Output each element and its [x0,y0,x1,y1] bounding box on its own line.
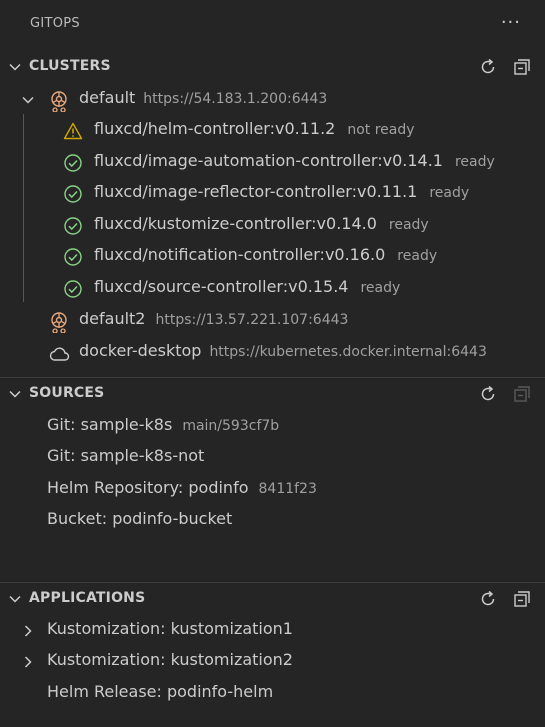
source-item[interactable]: Git: sample-k8s-not [0,442,545,473]
cloud-icon [48,343,70,363]
application-item[interactable]: Kustomization: kustomization1 [0,615,545,646]
cluster-name: docker-desktop [79,341,202,360]
controller-name: fluxcd/kustomize-controller:v0.14.0 [94,214,377,233]
application-label: Helm Release: podinfo-helm [47,682,274,701]
chevron-right-icon[interactable] [20,654,36,670]
refresh-icon[interactable] [478,384,498,404]
refresh-icon[interactable] [478,57,498,77]
controller-item[interactable]: fluxcd/image-automation-controller:v0.14… [0,147,545,178]
cluster-url: https://54.183.1.200:6443 [143,91,328,107]
application-item[interactable]: Helm Release: podinfo-helm [0,678,545,709]
source-item[interactable]: Bucket: podinfo-bucket [0,505,545,536]
source-item[interactable]: Helm Repository: podinfo 8411f23 [0,474,545,505]
clusters-header-label: CLUSTERS [29,58,111,74]
source-revision: main/593cf7b [182,418,280,434]
check-circle-icon [63,153,83,173]
application-label: Kustomization: kustomization2 [47,650,293,669]
cluster-item-docker-desktop[interactable]: docker-desktop https://kubernetes.docker.… [0,337,545,368]
check-circle-icon [63,216,83,236]
kubernetes-cluster-icon [48,311,68,333]
sources-section-header[interactable]: SOURCES [0,379,545,409]
chevron-down-icon[interactable] [20,92,36,108]
controller-item[interactable]: fluxcd/kustomize-controller:v0.14.0 ready [0,210,545,241]
view-title: GITOPS [30,16,80,31]
controller-item[interactable]: fluxcd/image-reflector-controller:v0.11.… [0,178,545,209]
chevron-down-icon [7,386,23,402]
controller-name: fluxcd/helm-controller:v0.11.2 [94,119,336,138]
controller-name: fluxcd/image-automation-controller:v0.14… [94,151,443,170]
source-label: Git: sample-k8s [47,415,173,434]
cluster-name: default2 [79,309,146,328]
controller-name: fluxcd/image-reflector-controller:v0.11.… [94,182,418,201]
source-item[interactable]: Git: sample-k8s main/593cf7b [0,411,545,442]
check-circle-icon [63,279,83,299]
applications-header-label: APPLICATIONS [29,590,146,606]
cluster-url: https://kubernetes.docker.internal:6443 [209,344,487,360]
controller-item[interactable]: fluxcd/helm-controller:v0.11.2 not ready [0,115,545,146]
controller-item[interactable]: fluxcd/source-controller:v0.15.4 ready [0,273,545,304]
controller-name: fluxcd/notification-controller:v0.16.0 [94,245,386,264]
controller-status: ready [454,154,495,170]
collapse-all-icon [512,384,532,404]
applications-section-header[interactable]: APPLICATIONS [0,584,545,614]
cluster-url: https://13.57.221.107:6443 [155,312,349,328]
refresh-icon[interactable] [478,589,498,609]
application-label: Kustomization: kustomization1 [47,619,293,638]
controller-status: ready [388,217,429,233]
collapse-all-icon[interactable] [512,57,532,77]
chevron-right-icon[interactable] [20,623,36,639]
source-revision: 8411f23 [258,481,317,497]
check-circle-icon [63,184,83,204]
collapse-all-icon[interactable] [512,589,532,609]
more-actions-icon[interactable]: ··· [501,12,521,33]
clusters-section-header[interactable]: CLUSTERS [0,52,545,82]
view-title-bar: GITOPS ··· [0,0,545,50]
source-label: Helm Repository: podinfo [47,478,249,497]
cluster-item-default2[interactable]: default2 https://13.57.221.107:6443 [0,305,545,336]
controller-status: ready [397,248,438,264]
sources-header-label: SOURCES [29,385,105,401]
kubernetes-cluster-icon [48,90,68,112]
cluster-name: default [79,88,136,107]
warning-icon [63,121,83,141]
chevron-down-icon [7,59,23,75]
controller-status: ready [360,280,401,296]
source-label: Git: sample-k8s-not [47,446,205,465]
application-item[interactable]: Kustomization: kustomization2 [0,646,545,677]
chevron-down-icon [7,591,23,607]
section-divider [0,582,545,583]
controller-item[interactable]: fluxcd/notification-controller:v0.16.0 re… [0,241,545,272]
controller-status: not ready [347,122,415,138]
controller-status: ready [429,185,470,201]
source-label: Bucket: podinfo-bucket [47,509,233,528]
check-circle-icon [63,247,83,267]
controller-name: fluxcd/source-controller:v0.15.4 [94,277,349,296]
cluster-item-default[interactable]: default https://54.183.1.200:6443 [0,84,545,115]
section-divider [0,377,545,378]
